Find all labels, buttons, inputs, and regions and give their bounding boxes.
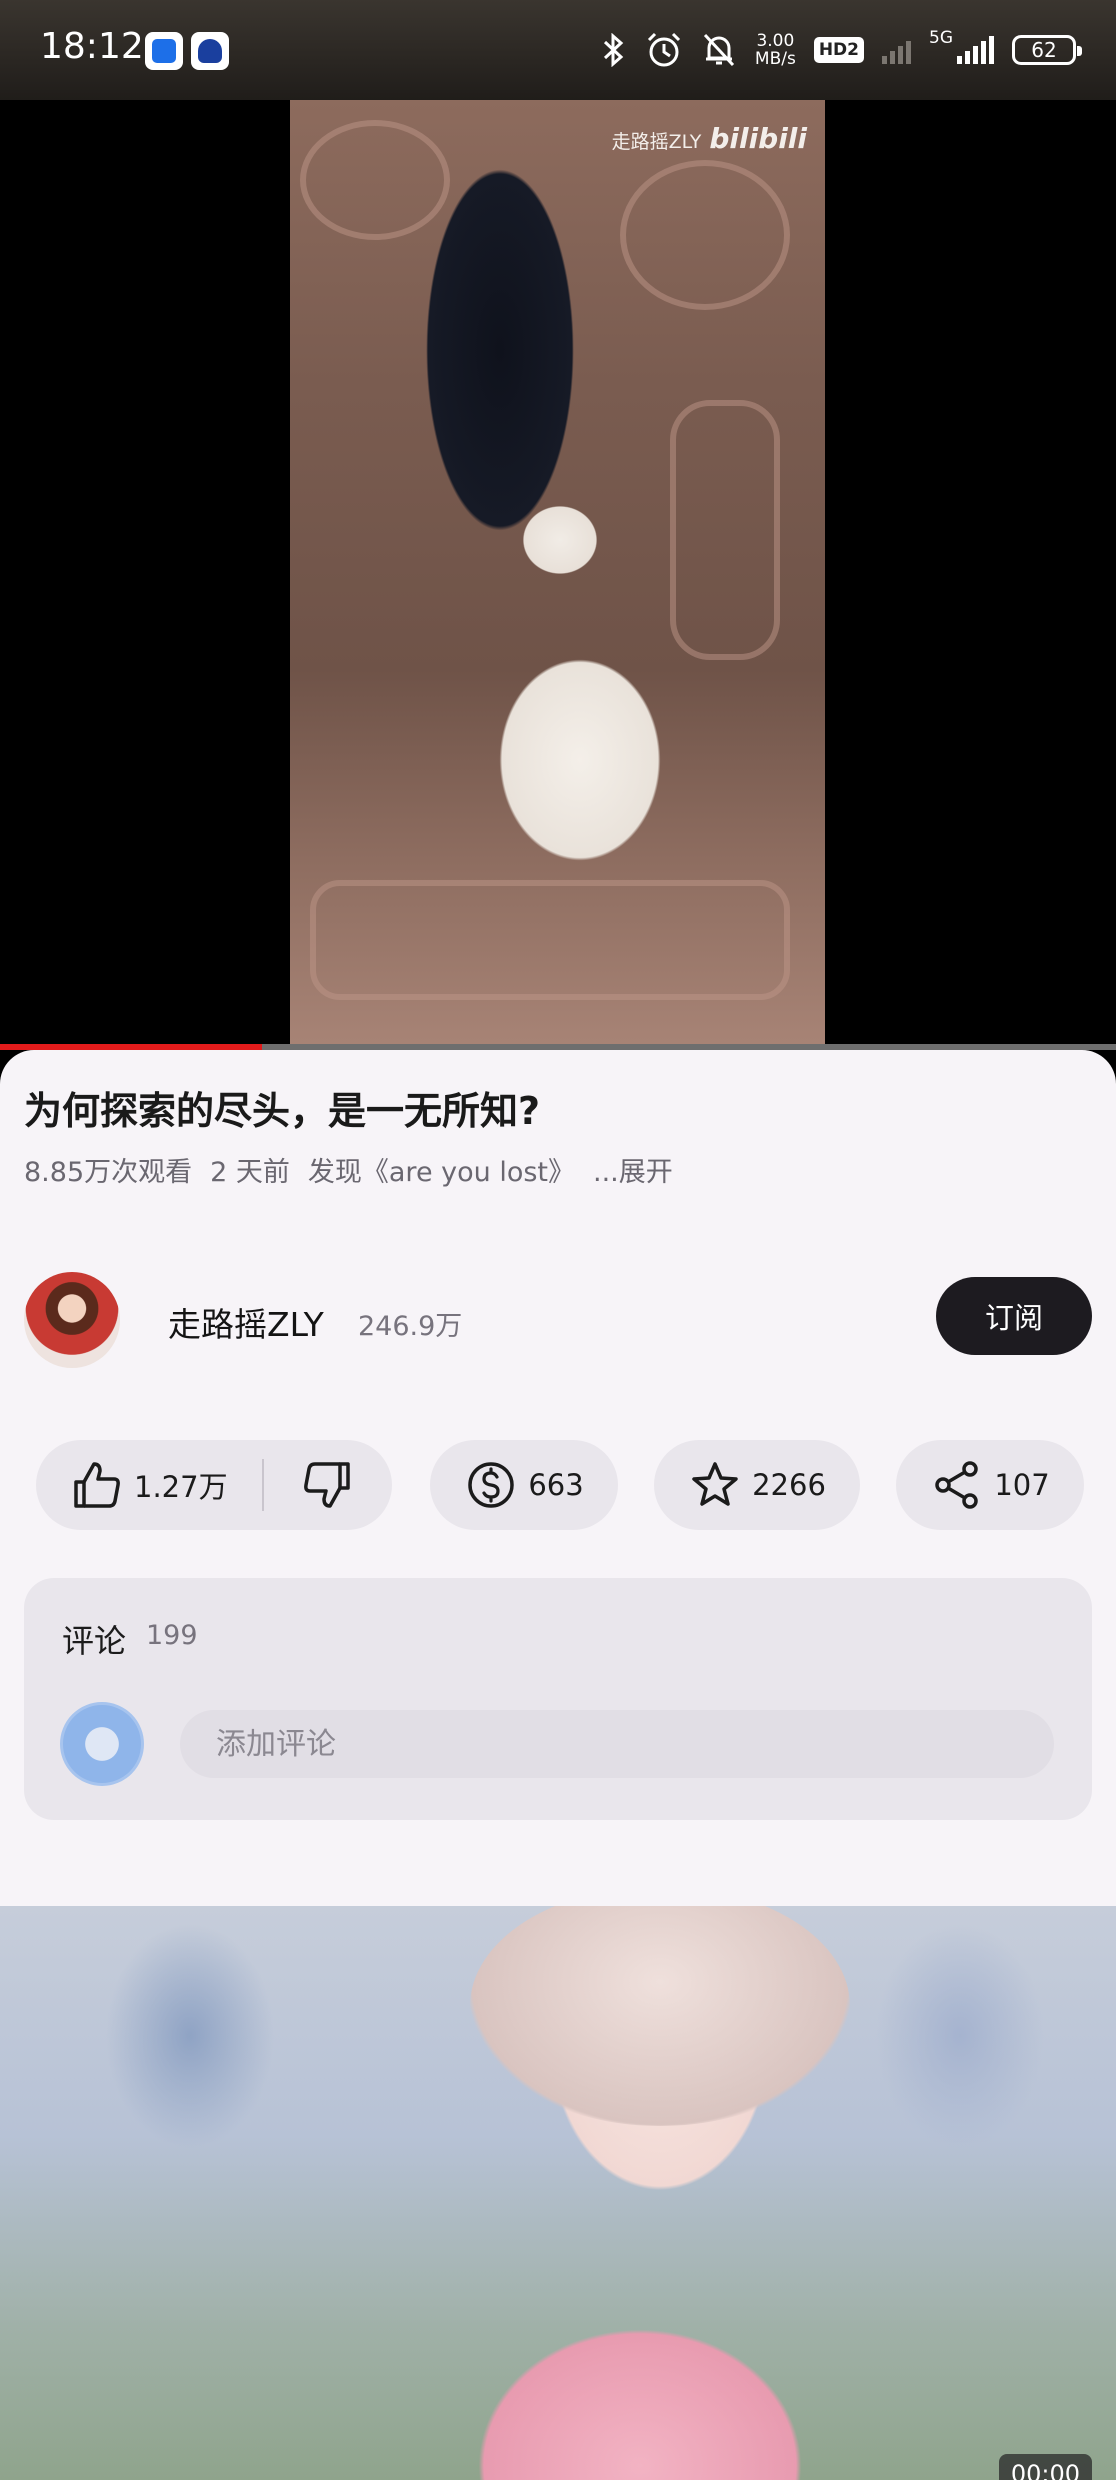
share-button[interactable]: 107	[896, 1440, 1084, 1530]
signal-sim1-icon	[882, 36, 911, 64]
hd-badge: HD2	[813, 37, 864, 63]
comment-input[interactable]	[180, 1710, 1054, 1778]
comments-count: 199	[146, 1620, 198, 1651]
share-icon	[935, 1461, 979, 1509]
network-type: 5G	[929, 28, 953, 48]
favorite-count: 2266	[752, 1468, 826, 1502]
video-player[interactable]: 走路摇ZLY bilibili	[0, 100, 1116, 1050]
thumbs-up-icon	[74, 1462, 120, 1508]
video-details-sheet: 为何探索的尽头，是一无所知? 8.85万次观看 2 天前 发现《are you …	[0, 1050, 1116, 1910]
status-bar: 18:12 3.00 MB/s HD2 5G 62	[0, 0, 1116, 100]
thumbs-down-icon[interactable]	[300, 1458, 354, 1512]
network-speed: 3.00 MB/s	[754, 31, 796, 69]
coin-icon	[468, 1462, 515, 1508]
subscribe-button[interactable]: 订阅	[936, 1277, 1092, 1355]
video-frame: 走路摇ZLY bilibili	[290, 100, 825, 1050]
like-divider	[261, 1459, 264, 1511]
status-icons: 3.00 MB/s HD2 5G 62	[601, 26, 1082, 74]
next-video-thumbnail[interactable]: 00:00	[0, 1906, 1116, 2480]
like-count: 1.27万	[134, 1470, 228, 1504]
channel-avatar[interactable]	[24, 1272, 120, 1368]
upload-age: 2 天前	[210, 1157, 290, 1188]
like-button[interactable]: 1.27万	[70, 1458, 228, 1512]
alarm-icon	[647, 32, 680, 67]
video-title: 为何探索的尽头，是一无所知?	[24, 1089, 541, 1133]
notification-app-icon	[145, 32, 183, 70]
battery-indicator: 62	[1012, 35, 1082, 65]
video-watermark: 走路摇ZLY bilibili	[611, 122, 807, 155]
mute-bell-icon	[703, 33, 735, 67]
bluetooth-icon	[603, 33, 624, 67]
signal-sim2-icon	[957, 36, 994, 64]
next-video-duration: 00:00	[998, 2454, 1092, 2480]
comments-label: 评论	[62, 1622, 127, 1660]
video-meta[interactable]: 8.85万次观看 2 天前 发现《are you lost》 ...展开	[24, 1150, 673, 1189]
expand-description-link[interactable]: ...展开	[593, 1150, 673, 1189]
channel-row[interactable]: 走路摇ZLY 246.9万 订阅	[0, 1270, 1116, 1370]
favorite-button[interactable]: 2266	[654, 1440, 860, 1530]
subscriber-count: 246.9万	[358, 1311, 463, 1342]
coin-count: 663	[528, 1468, 584, 1502]
clock: 18:12	[40, 26, 144, 67]
channel-name[interactable]: 走路摇ZLY	[168, 1298, 324, 1346]
share-count: 107	[994, 1468, 1050, 1502]
star-icon	[692, 1462, 738, 1506]
like-dislike-group: 1.27万	[36, 1440, 392, 1530]
video-tag: 发现《are you lost》	[307, 1157, 576, 1188]
user-avatar	[60, 1702, 144, 1786]
notification-cat-app-icon	[191, 32, 229, 70]
action-bar: 1.27万 663 2266 107	[0, 1440, 1116, 1530]
view-count: 8.85万次观看	[24, 1157, 193, 1188]
comments-panel[interactable]: 评论 199	[24, 1578, 1092, 1820]
coin-button[interactable]: 663	[430, 1440, 618, 1530]
